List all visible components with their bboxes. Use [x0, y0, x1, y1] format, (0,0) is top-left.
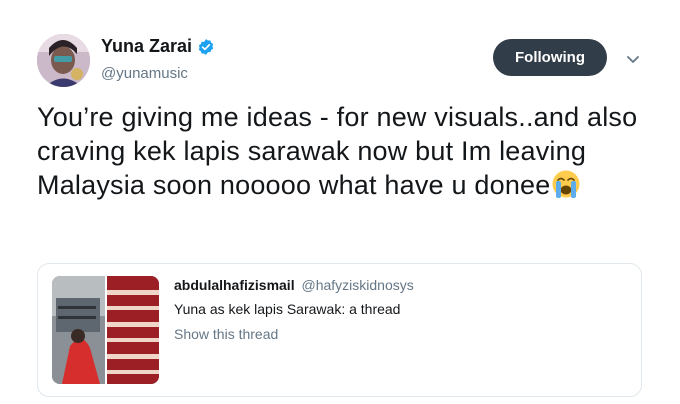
quoted-author-name[interactable]: abdulalhafizismail	[174, 277, 295, 293]
chevron-down-icon[interactable]	[626, 51, 640, 63]
verified-badge-icon	[197, 38, 215, 56]
quoted-author-handle[interactable]: @hafyziskidnosys	[301, 277, 413, 293]
loudly-crying-face-icon	[551, 169, 581, 199]
tweet-body: You’re giving me ideas - for new visuals…	[37, 102, 638, 200]
following-button[interactable]: Following	[493, 39, 607, 76]
quoted-tweet-text: Yuna as kek lapis Sarawak: a thread	[174, 301, 401, 317]
show-thread-link[interactable]: Show this thread	[174, 326, 278, 342]
quoted-tweet-card[interactable]: abdulalhafizismail @hafyziskidnosys Yuna…	[37, 263, 642, 397]
quoted-tweet-header: abdulalhafizismail @hafyziskidnosys	[174, 277, 414, 293]
author-avatar[interactable]	[37, 34, 90, 87]
author-info[interactable]: Yuna Zarai @yunamusic	[101, 36, 215, 82]
author-handle[interactable]: @yunamusic	[101, 65, 215, 82]
author-display-name[interactable]: Yuna Zarai	[101, 36, 192, 57]
quoted-tweet-thumbnail[interactable]	[52, 276, 159, 384]
tweet-text: You’re giving me ideas - for new visuals…	[37, 100, 647, 202]
